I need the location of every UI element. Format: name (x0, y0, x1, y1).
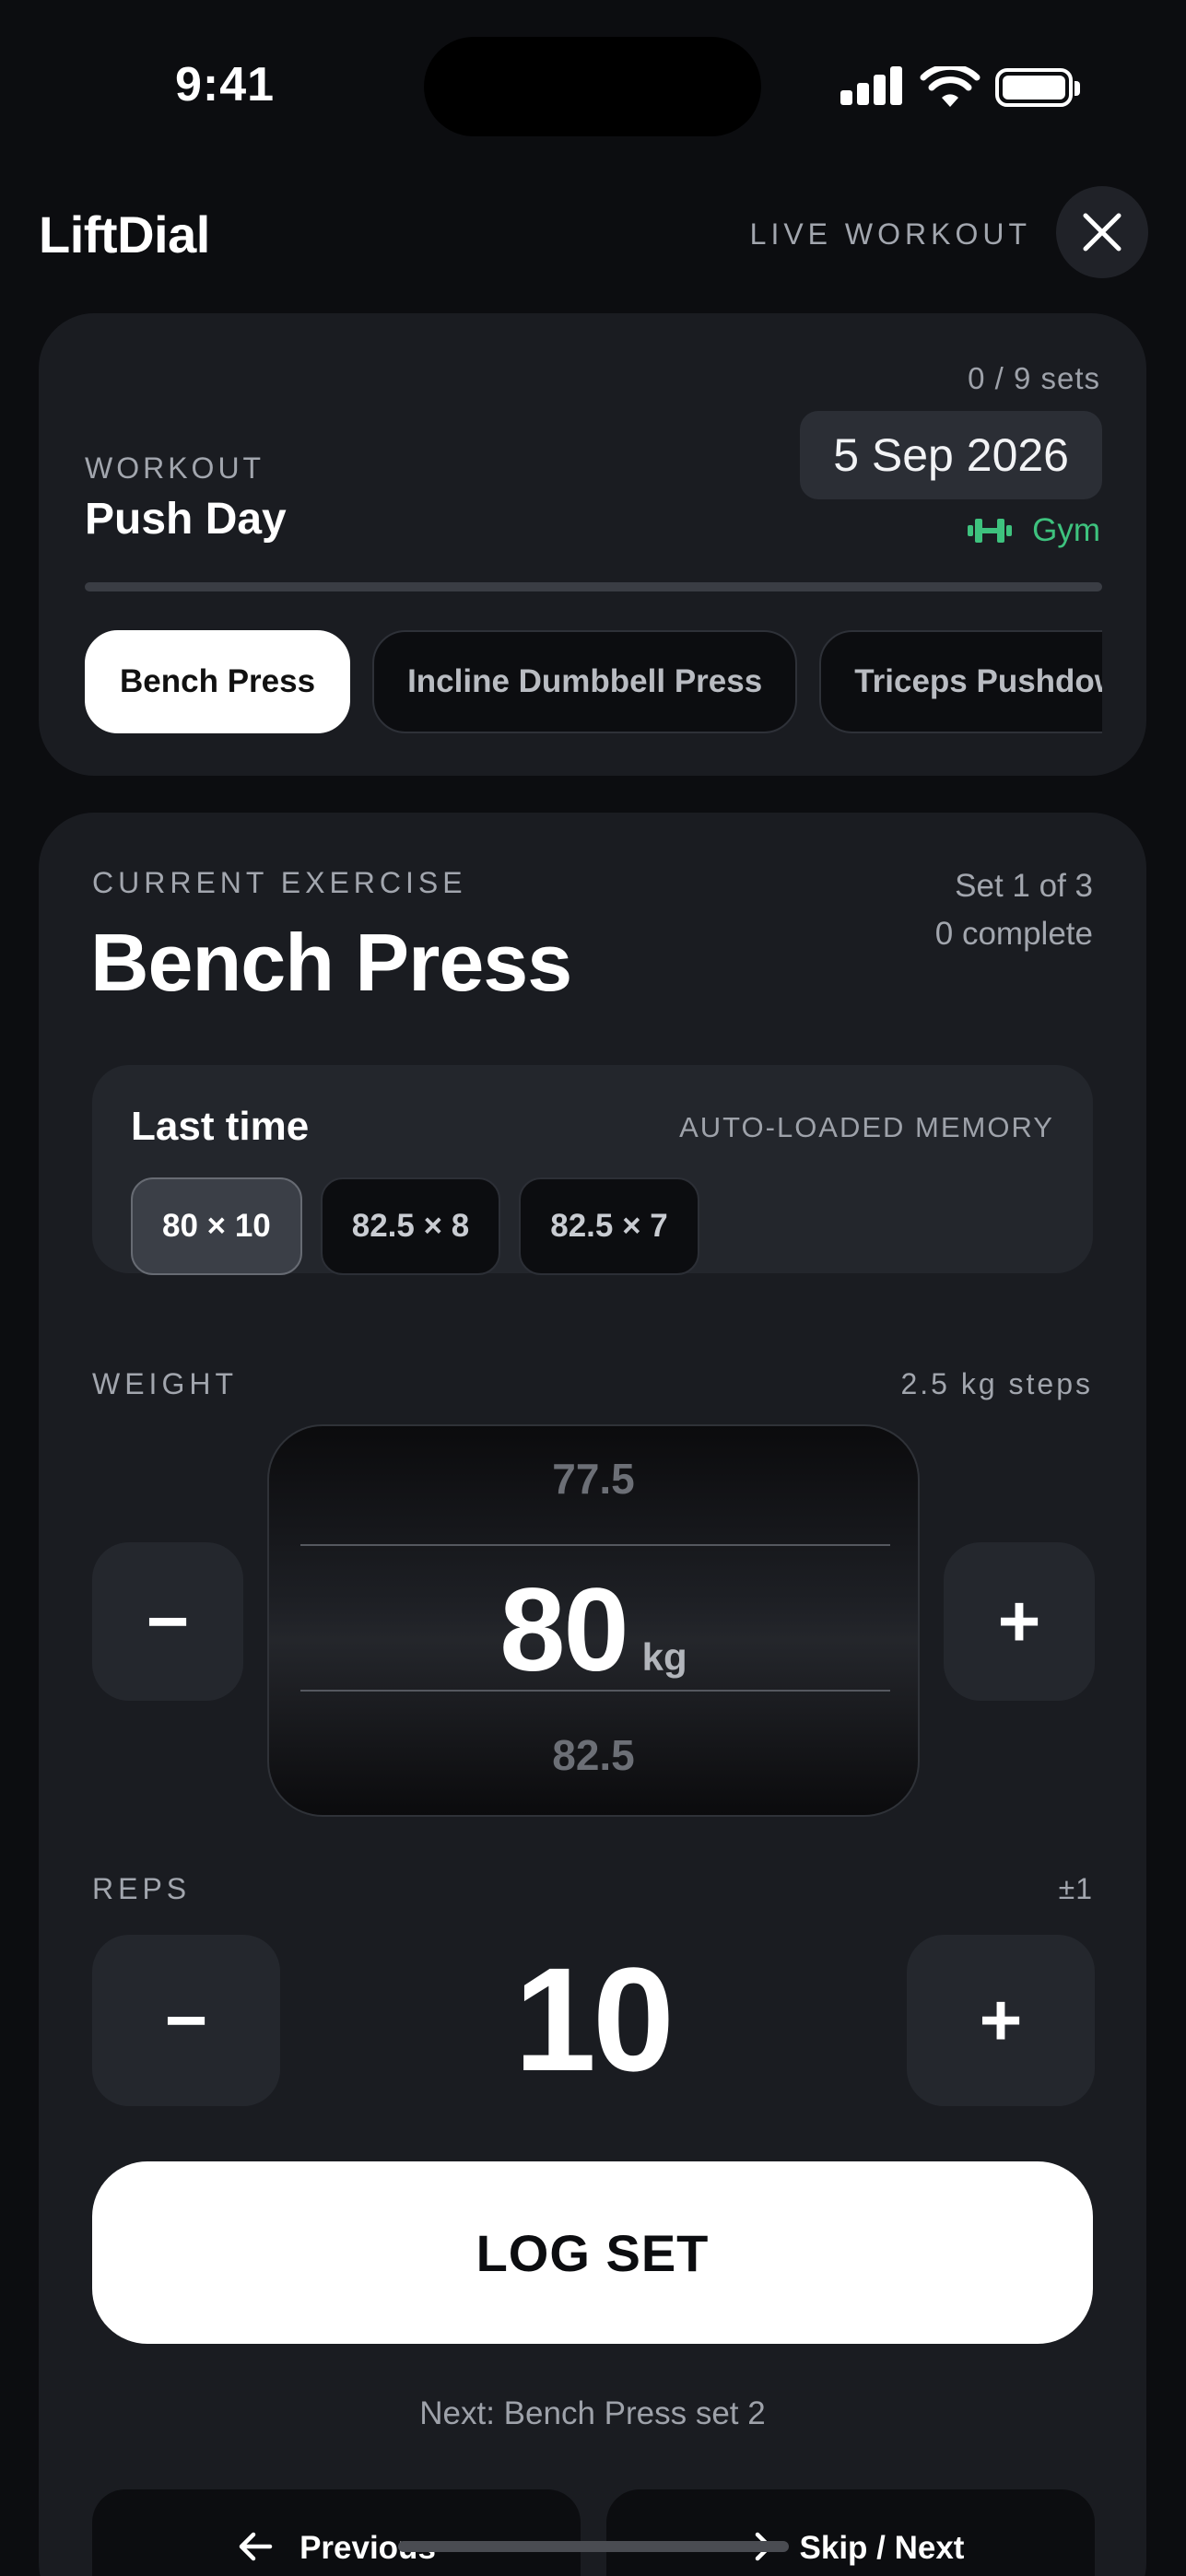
sets-progress: 0 / 9 sets (968, 361, 1100, 395)
workout-date[interactable]: 5 Sep 2026 (800, 411, 1102, 499)
weight-value: 80 (499, 1564, 628, 1696)
cellular-signal-icon (840, 64, 902, 109)
last-set-chip[interactable]: 82.5 × 7 (519, 1177, 699, 1275)
exercise-chip-incline-dumbbell-press[interactable]: Incline Dumbbell Press (372, 630, 798, 733)
app-brand: LiftDial (39, 205, 210, 263)
set-position: Set 1 of 3 (955, 868, 1093, 904)
log-set-button[interactable]: LOG SET (92, 2161, 1093, 2344)
dumbbell-icon (968, 519, 1013, 543)
weight-unit: kg (641, 1635, 687, 1679)
set-info: Set 1 of 3 0 complete (935, 862, 1093, 958)
weight-step-hint: 2.5 kg steps (900, 1367, 1093, 1400)
close-button[interactable] (1056, 186, 1148, 278)
weight-decrease-button[interactable]: − (92, 1542, 243, 1701)
location-tag[interactable]: Gym (968, 512, 1100, 549)
dial-divider (300, 1544, 890, 1546)
next-set-text: Next: Bench Press set 2 (419, 2395, 766, 2431)
wifi-icon (920, 66, 981, 107)
last-set-chip[interactable]: 82.5 × 8 (320, 1177, 501, 1275)
weight-dial[interactable]: 77.5 80 kg 82.5 (267, 1424, 920, 1817)
workout-card: 0 / 9 sets 5 Sep 2026 Gym WORKOUT Push D… (39, 313, 1146, 776)
status-time: 9:41 (175, 58, 276, 111)
skip-next-button[interactable]: Skip / Next (606, 2489, 1095, 2576)
weight-dial-previous: 77.5 (552, 1455, 635, 1503)
dial-divider (300, 1690, 890, 1692)
last-set-chip[interactable]: 80 × 10 (131, 1177, 302, 1275)
exercise-title: Bench Press (90, 917, 572, 1008)
live-workout-label: LIVE WORKOUT (749, 217, 1031, 251)
current-exercise-label: CURRENT EXERCISE (92, 866, 467, 899)
workout-label: WORKOUT (85, 451, 265, 485)
dynamic-island (424, 37, 761, 136)
exercise-chip-bench-press[interactable]: Bench Press (85, 630, 351, 733)
home-indicator[interactable] (398, 2541, 789, 2552)
last-time-title: Last time (131, 1104, 310, 1149)
last-time-sets: 80 × 10 82.5 × 8 82.5 × 7 (131, 1177, 699, 1275)
weight-label: WEIGHT (92, 1367, 238, 1400)
previous-button[interactable]: Previous (92, 2489, 581, 2576)
battery-icon (995, 68, 1080, 107)
workout-name: Push Day (85, 495, 287, 544)
auto-loaded-memory-label: AUTO-LOADED MEMORY (679, 1111, 1054, 1143)
exercise-chip-row[interactable]: Bench Press Incline Dumbbell Press Trice… (85, 630, 1102, 733)
reps-increase-button[interactable]: + (907, 1935, 1095, 2106)
arrow-left-icon (239, 2532, 273, 2561)
weight-dial-value: 80 kg (269, 1563, 918, 1698)
workout-progress-bar (85, 582, 1102, 591)
reps-step-hint: ±1 (1058, 1872, 1093, 1905)
last-time-panel: Last time AUTO-LOADED MEMORY 80 × 10 82.… (92, 1065, 1093, 1275)
skip-next-label: Skip / Next (799, 2530, 965, 2566)
exercise-chip-triceps-pushdown[interactable]: Triceps Pushdown (819, 630, 1102, 733)
reps-label: REPS (92, 1872, 192, 1905)
location-label: Gym (1032, 512, 1100, 548)
complete-count: 0 complete (934, 916, 1093, 952)
weight-increase-button[interactable]: + (944, 1542, 1095, 1701)
weight-dial-next: 82.5 (552, 1731, 635, 1779)
exercise-card: CURRENT EXERCISE Bench Press Set 1 of 3 … (39, 813, 1146, 2576)
close-icon (1083, 213, 1121, 252)
